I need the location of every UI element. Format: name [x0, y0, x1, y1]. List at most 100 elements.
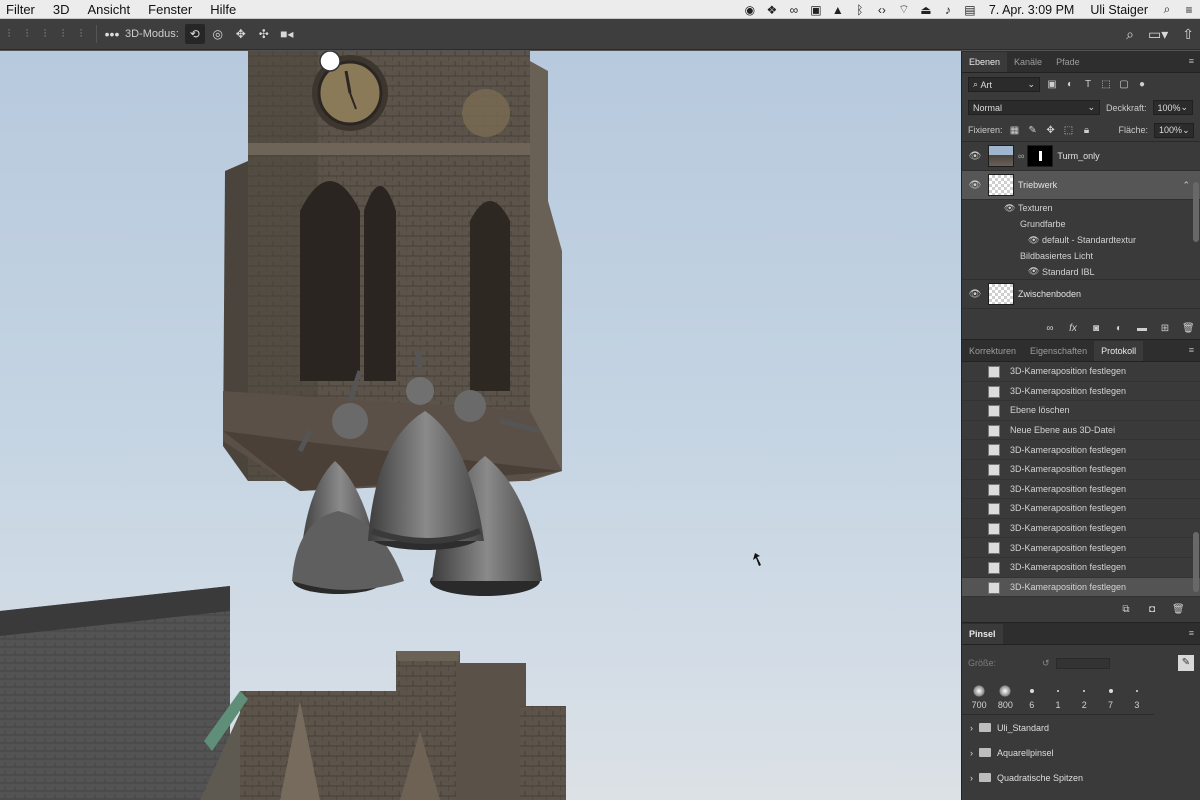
link-icon[interactable]: ∞ — [1018, 151, 1024, 161]
spotlight-icon[interactable]: ⌕ — [1156, 2, 1178, 17]
menu-ansicht[interactable]: Ansicht — [79, 2, 140, 17]
sublayer-ibl[interactable]: Bildbasiertes Licht — [962, 248, 1200, 264]
blend-mode-select[interactable]: Normal ⌄ — [968, 100, 1100, 115]
document-canvas[interactable] — [0, 51, 961, 800]
eye-icon[interactable]: 👁︎ — [1028, 266, 1042, 277]
layer-row-selected[interactable]: 👁︎ Triebwerk ⌃ — [962, 171, 1200, 200]
layer-name[interactable]: Turm_only — [1057, 151, 1099, 161]
more-options-icon[interactable]: ••• — [103, 26, 121, 42]
tab-ebenen[interactable]: Ebenen — [962, 52, 1008, 72]
roll-3d-camera-icon[interactable]: ◎ — [208, 24, 228, 44]
panel-menu-icon[interactable]: ≡ — [1189, 56, 1194, 66]
layer-name[interactable]: Zwischenboden — [1018, 289, 1081, 299]
history-item[interactable]: 3D-Kameraposition festlegen — [962, 499, 1200, 519]
history-item[interactable]: 3D-Kameraposition festlegen — [962, 362, 1200, 382]
align-left-icon[interactable]: ⫶ — [0, 28, 18, 41]
chevron-right-icon[interactable]: › — [970, 723, 973, 733]
wifi-icon[interactable]: ⌔ — [893, 2, 915, 17]
user-name[interactable]: Uli Staiger — [1082, 3, 1156, 17]
sublayer-textures[interactable]: 👁︎ Texturen — [962, 200, 1200, 216]
fill-input[interactable]: 100% ⌄ — [1154, 122, 1195, 138]
layer-filter-select[interactable]: ⌕ Art ⌄ — [968, 77, 1040, 92]
brush-preset[interactable]: 6 — [1021, 685, 1043, 710]
chevron-right-icon[interactable]: › — [970, 748, 973, 758]
add-mask-icon[interactable]: ◙ — [1090, 323, 1102, 334]
history-item[interactable]: 3D-Kameraposition festlegen — [962, 382, 1200, 402]
lock-transparent-icon[interactable]: ▦ — [1009, 125, 1021, 136]
brush-preset[interactable]: 2 — [1073, 685, 1095, 710]
new-group-icon[interactable]: ▬ — [1136, 323, 1148, 334]
creative-cloud-icon[interactable]: ∞ — [783, 3, 805, 17]
history-item-selected[interactable]: 3D-Kameraposition festlegen — [962, 577, 1200, 597]
slide-3d-camera-icon[interactable]: ✣ — [254, 24, 274, 44]
filter-adjustment-icon[interactable]: ◐ — [1064, 79, 1076, 90]
eye-icon[interactable]: 👁︎ — [962, 151, 988, 162]
history-item[interactable]: 3D-Kameraposition festlegen — [962, 558, 1200, 578]
zoom-3d-camera-icon[interactable]: ■◂ — [277, 24, 297, 44]
tab-eigenschaften[interactable]: Eigenschaften — [1023, 341, 1094, 361]
align-center-icon[interactable]: ⫶ — [18, 28, 36, 41]
vlc-icon[interactable]: ▲ — [827, 3, 849, 17]
new-document-from-state-icon[interactable]: ⧉ — [1120, 604, 1132, 615]
eye-icon[interactable]: 👁︎ — [1004, 203, 1018, 214]
size-input[interactable] — [1055, 657, 1110, 669]
brush-preset[interactable]: 700 — [968, 685, 990, 710]
brush-preset[interactable]: 800 — [994, 685, 1016, 710]
tab-pinsel[interactable]: Pinsel — [962, 624, 1003, 644]
record-icon[interactable]: ◉ — [739, 3, 761, 17]
tab-pfade[interactable]: Pfade — [1049, 52, 1087, 72]
menu-fenster[interactable]: Fenster — [139, 2, 201, 17]
menu-filter[interactable]: Filter — [0, 2, 44, 17]
filter-smart-object-icon[interactable]: ▢ — [1118, 79, 1130, 90]
brush-folder[interactable]: › Aquarellpinsel — [962, 740, 1200, 765]
layer-row[interactable]: 👁︎ Zwischenboden — [962, 280, 1200, 309]
search-icon[interactable]: ⌕ — [1126, 26, 1134, 43]
clock[interactable]: 7. Apr. 3:09 PM — [981, 3, 1082, 17]
lock-image-icon[interactable]: ✎ — [1027, 125, 1039, 136]
brush-preset[interactable]: 3 — [1126, 685, 1148, 710]
history-item[interactable]: Neue Ebene aus 3D-Datei — [962, 421, 1200, 441]
lock-all-icon[interactable]: 🔒︎ — [1081, 125, 1093, 136]
history-item[interactable]: 3D-Kameraposition festlegen — [962, 440, 1200, 460]
brush-preset[interactable]: 7 — [1099, 685, 1121, 710]
filter-shape-icon[interactable]: ⬚ — [1100, 79, 1112, 90]
menu-hilfe[interactable]: Hilfe — [201, 2, 245, 17]
dropbox-icon[interactable]: ❖ — [761, 3, 783, 17]
fx-icon[interactable]: fx — [1067, 323, 1079, 334]
eye-icon[interactable]: 👁︎ — [1028, 235, 1042, 246]
eye-icon[interactable]: 👁︎ — [962, 180, 988, 191]
volume-icon[interactable]: ♪ — [937, 3, 959, 17]
history-item[interactable]: Ebene löschen — [962, 401, 1200, 421]
layer-mask-thumbnail[interactable] — [1027, 145, 1054, 167]
app-icon[interactable]: ▣ — [805, 3, 827, 17]
distribute-icon[interactable]: ⫶ — [54, 28, 72, 41]
opacity-input[interactable]: 100% ⌄ — [1152, 100, 1193, 115]
layer-row[interactable]: 👁︎ ∞ Turm_only — [962, 142, 1200, 171]
eye-icon[interactable]: 👁︎ — [962, 289, 988, 300]
brush-folder[interactable]: › Quadratische Spitzen — [962, 765, 1200, 790]
lock-artboard-icon[interactable]: ⬚ — [1063, 125, 1075, 136]
layers-scrollbar[interactable] — [1193, 182, 1199, 242]
filter-toggle-icon[interactable]: ● — [1136, 79, 1148, 90]
tab-kanaele[interactable]: Kanäle — [1007, 52, 1049, 72]
align-right-icon[interactable]: ⫶ — [36, 28, 54, 41]
trash-icon[interactable]: 🗑︎ — [1172, 604, 1185, 615]
share-icon[interactable]: ⇧ — [1182, 26, 1194, 43]
chevron-right-icon[interactable]: › — [970, 773, 973, 783]
eject-icon[interactable]: ⏏ — [915, 3, 937, 17]
brush-preset[interactable]: 1 — [1047, 685, 1069, 710]
brush-folder[interactable]: › Uli_Standard — [962, 715, 1200, 740]
filter-type-icon[interactable]: T — [1082, 79, 1094, 90]
distribute-center-icon[interactable]: ⫶ — [72, 28, 90, 41]
panel-menu-icon[interactable]: ≡ — [1189, 345, 1194, 355]
tab-protokoll[interactable]: Protokoll — [1094, 341, 1144, 361]
notification-center-icon[interactable]: ≡ — [1178, 3, 1200, 17]
pan-3d-camera-icon[interactable]: ✥ — [231, 24, 251, 44]
history-item[interactable]: 3D-Kameraposition festlegen — [962, 460, 1200, 480]
history-scrollbar[interactable] — [1193, 532, 1199, 592]
history-item[interactable]: 3D-Kameraposition festlegen — [962, 519, 1200, 539]
new-brush-icon[interactable]: ✎ — [1178, 655, 1194, 671]
menu-3d[interactable]: 3D — [44, 2, 79, 17]
trash-icon[interactable]: 🗑︎ — [1182, 323, 1195, 334]
code-icon[interactable]: ‹› — [871, 3, 893, 17]
